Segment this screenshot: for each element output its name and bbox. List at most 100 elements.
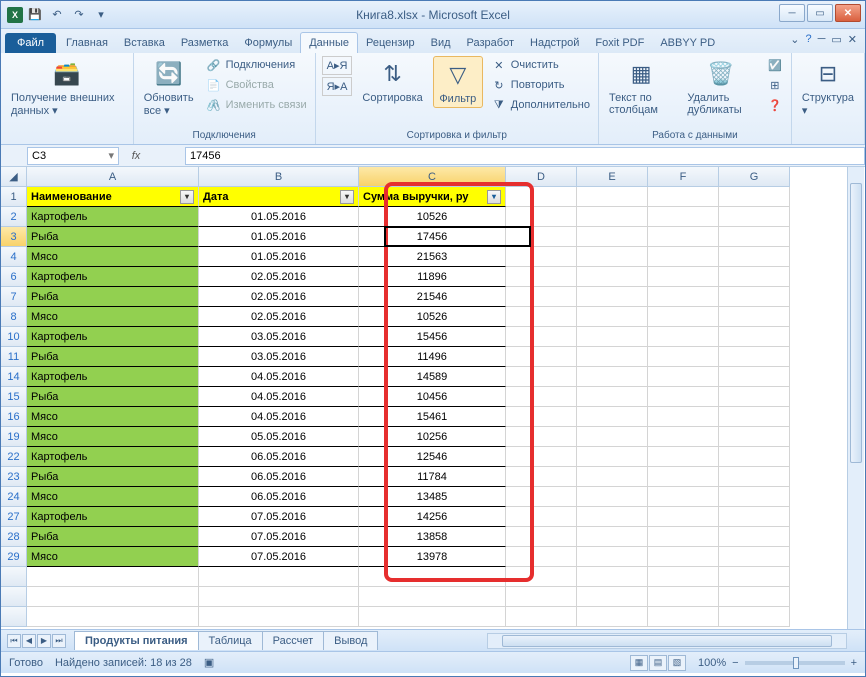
sort-button[interactable]: ⇅ Сортировка [358,56,426,106]
macro-record-icon[interactable]: ▣ [204,656,214,669]
hscroll-thumb[interactable] [502,635,832,647]
cell-blank[interactable] [577,287,648,307]
tab-addins[interactable]: Надстрой [522,33,587,53]
cell-blank[interactable] [719,467,790,487]
tab-review[interactable]: Рецензир [358,33,423,53]
cell-name[interactable]: Мясо [27,547,199,567]
cell-blank[interactable] [719,527,790,547]
cell-name[interactable]: Рыба [27,387,199,407]
connections-button[interactable]: 🔗Подключения [204,56,309,74]
cell-blank[interactable] [577,207,648,227]
cell-date[interactable]: 06.05.2016 [199,487,359,507]
view-normal-icon[interactable]: ▦ [630,655,648,671]
view-layout-icon[interactable]: ▤ [649,655,667,671]
cell-value[interactable]: 12546 [359,447,506,467]
col-header-c[interactable]: C [359,167,506,187]
cell-blank[interactable] [506,527,577,547]
sheet-nav-last-icon[interactable]: ⏭ [52,634,66,648]
cell-blank[interactable] [577,527,648,547]
cell-blank[interactable] [506,447,577,467]
cell-blank[interactable] [577,487,648,507]
header-cell-a[interactable]: Наименование▾ [27,187,199,207]
tab-view[interactable]: Вид [423,33,459,53]
cell-name[interactable]: Мясо [27,487,199,507]
row-header-16[interactable]: 16 [1,407,27,427]
cell-date[interactable]: 02.05.2016 [199,267,359,287]
cell-blank[interactable] [648,447,719,467]
cell-blank[interactable] [506,367,577,387]
cell-blank[interactable] [577,187,648,207]
col-header-g[interactable]: G [719,167,790,187]
cell-blank[interactable] [506,547,577,567]
cell-blank[interactable] [648,507,719,527]
cell-date[interactable]: 04.05.2016 [199,367,359,387]
vertical-scrollbar[interactable] [847,167,864,629]
cell-blank[interactable] [506,407,577,427]
sheet-nav-next-icon[interactable]: ▶ [37,634,51,648]
cell-blank[interactable] [577,547,648,567]
col-header-e[interactable]: E [577,167,648,187]
row-header-2[interactable]: 2 [1,207,27,227]
cell-value[interactable]: 10526 [359,307,506,327]
cell-blank[interactable] [648,287,719,307]
cell-value[interactable]: 13485 [359,487,506,507]
row-header-1[interactable]: 1 [1,187,27,207]
sort-za-button[interactable]: Я▸А [322,77,353,96]
cell-blank[interactable] [719,487,790,507]
text-to-columns-button[interactable]: ▦ Текст по столбцам [605,56,677,118]
consolidate-button[interactable]: ⊞ [765,76,785,94]
doc-restore-icon[interactable]: ▭ [831,33,841,46]
cell-value[interactable]: 21563 [359,247,506,267]
ribbon-minimize-icon[interactable]: ⌄ [790,33,799,46]
maximize-button[interactable]: ▭ [807,4,833,22]
horizontal-scrollbar[interactable] [487,633,847,649]
cell-blank[interactable] [506,187,577,207]
tab-layout[interactable]: Разметка [173,33,237,53]
filter-dropdown-c[interactable]: ▾ [487,190,501,204]
cell-blank[interactable] [506,207,577,227]
chevron-down-icon[interactable]: ▾ [108,149,114,162]
qat-undo-icon[interactable]: ↶ [47,5,67,25]
tab-dev[interactable]: Разработ [459,33,522,53]
cell-blank[interactable] [719,367,790,387]
cell-blank[interactable] [719,187,790,207]
row-header-4[interactable]: 4 [1,247,27,267]
scrollbar-thumb[interactable] [850,183,862,463]
doc-close-icon[interactable]: ✕ [848,33,857,46]
cell-name[interactable]: Картофель [27,507,199,527]
zoom-out-button[interactable]: − [732,657,738,669]
header-cell-b[interactable]: Дата▾ [199,187,359,207]
select-all-corner[interactable]: ◢ [1,167,27,187]
tab-abbyy[interactable]: ABBYY PD [652,33,723,53]
cell-date[interactable]: 01.05.2016 [199,227,359,247]
cell-date[interactable]: 04.05.2016 [199,407,359,427]
refresh-all-button[interactable]: 🔄 Обновить все ▾ [140,56,198,119]
cell-date[interactable]: 03.05.2016 [199,347,359,367]
row-header-22[interactable]: 22 [1,447,27,467]
cell-value[interactable]: 11896 [359,267,506,287]
cell-value[interactable]: 11784 [359,467,506,487]
cell-blank[interactable] [506,387,577,407]
formula-bar[interactable]: 17456 [185,147,865,165]
tab-formulas[interactable]: Формулы [236,33,300,53]
cell-blank[interactable] [648,267,719,287]
cell-name[interactable]: Мясо [27,407,199,427]
cell-date[interactable]: 07.05.2016 [199,507,359,527]
cell-blank[interactable] [719,287,790,307]
row-header-28[interactable]: 28 [1,527,27,547]
cell-name[interactable]: Картофель [27,327,199,347]
cell-date[interactable]: 03.05.2016 [199,327,359,347]
cell-blank[interactable] [506,267,577,287]
cell-name[interactable]: Картофель [27,447,199,467]
cell-blank[interactable] [719,547,790,567]
cell-blank[interactable] [506,307,577,327]
cell-blank[interactable] [506,427,577,447]
cell-blank[interactable] [648,207,719,227]
data-validation-button[interactable]: ☑️ [765,56,785,74]
reapply-filter-button[interactable]: ↻Повторить [489,76,592,94]
cell-value[interactable]: 10256 [359,427,506,447]
col-header-b[interactable]: B [199,167,359,187]
cell-blank[interactable] [648,467,719,487]
cell-blank[interactable] [506,327,577,347]
tab-file[interactable]: Файл [5,33,56,53]
